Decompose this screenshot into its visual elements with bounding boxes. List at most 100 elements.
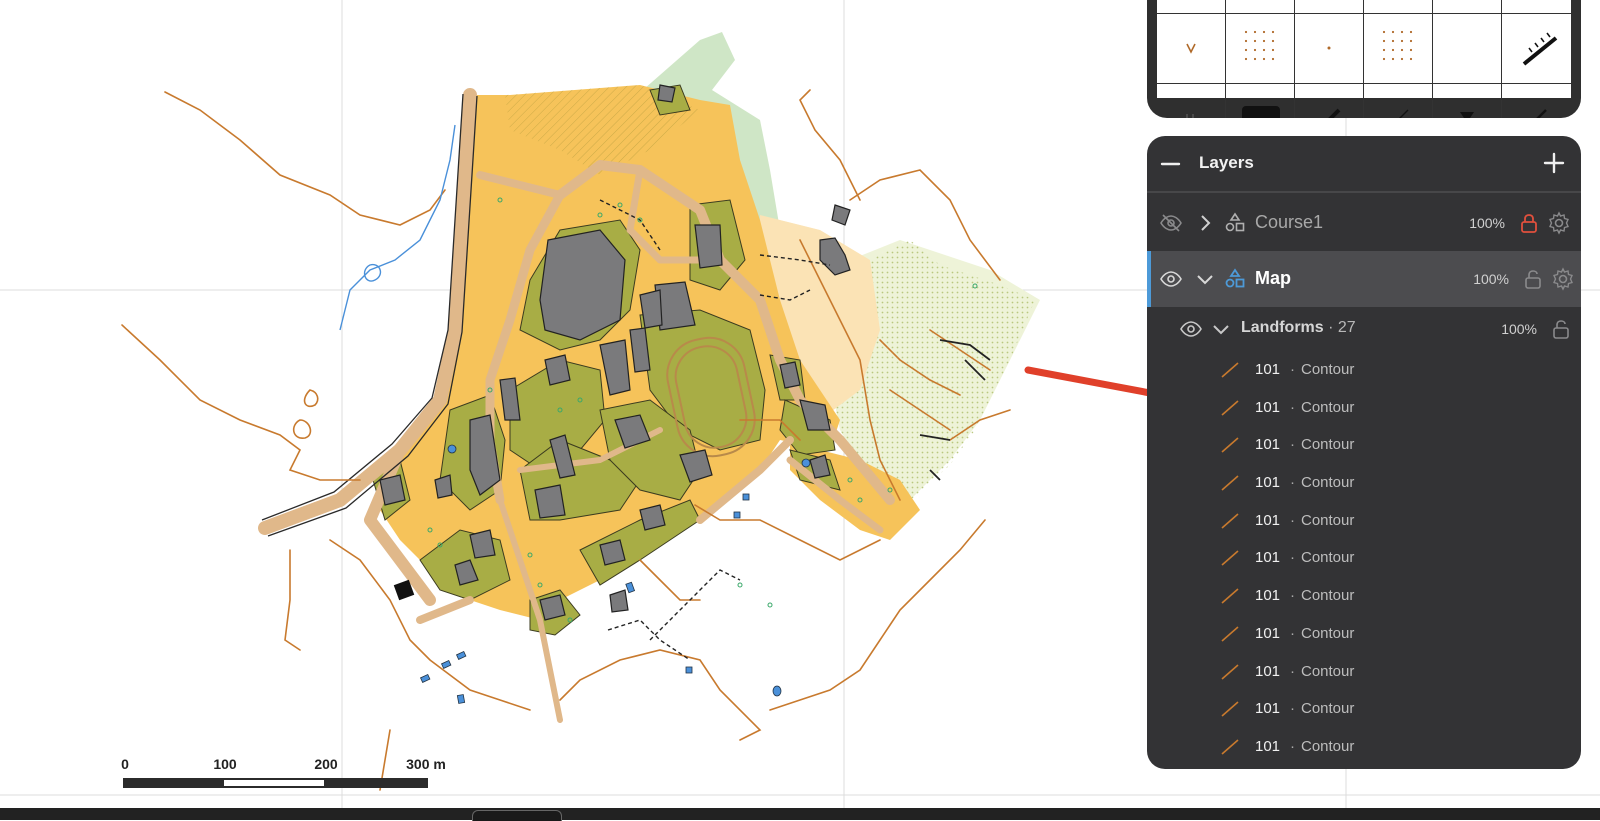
- symbol-name: Contour: [1301, 511, 1355, 529]
- contour-line-icon: [1221, 362, 1239, 378]
- symbol-cell-thin-line[interactable]: [1364, 84, 1433, 118]
- symbol-cell[interactable]: [1364, 0, 1433, 14]
- symbol-row-contour[interactable]: 101 · Contour: [1147, 351, 1581, 389]
- add-layer-button[interactable]: [1541, 150, 1567, 176]
- chevron-right-icon[interactable]: [1193, 211, 1217, 235]
- layer-name-course1: Course1: [1255, 212, 1324, 232]
- dotted-area-icon: [1244, 30, 1275, 61]
- collapse-panel-button[interactable]: [1159, 152, 1183, 176]
- gear-icon[interactable]: [1547, 211, 1571, 235]
- lock-closed-icon[interactable]: [1517, 211, 1541, 235]
- symbol-row-contour[interactable]: 101 · Contour: [1147, 426, 1581, 464]
- eye-icon[interactable]: [1179, 317, 1203, 341]
- shapes-layer-icon: [1225, 212, 1245, 232]
- black-area-icon: [1242, 106, 1280, 118]
- scale-label-200: 200: [314, 756, 338, 772]
- layer-row-course1[interactable]: Course1 100%: [1147, 195, 1581, 251]
- symbol-row-contour[interactable]: 101 · Contour: [1147, 615, 1581, 653]
- symbol-row-contour[interactable]: 101 · Contour: [1147, 728, 1581, 766]
- symbol-separator: ·: [1290, 398, 1295, 416]
- scale-label-0: 0: [121, 756, 129, 772]
- eye-icon[interactable]: [1159, 267, 1183, 291]
- symbol-code: 101: [1255, 361, 1281, 378]
- group-count-value: 27: [1337, 319, 1356, 336]
- symbol-name: Contour: [1301, 737, 1355, 755]
- contour-line-icon: [1221, 513, 1239, 529]
- contour-line-icon: [1221, 550, 1239, 567]
- thick-line-icon: [1328, 108, 1341, 118]
- symbol-code: 101: [1255, 737, 1281, 755]
- symbol-code: 101: [1255, 511, 1281, 529]
- symbol-row-contour[interactable]: 101 · Contour: [1147, 464, 1581, 502]
- line-icon: [1536, 109, 1547, 118]
- layers-panel-title: Layers: [1199, 153, 1254, 172]
- symbol-row-contour[interactable]: 101 · Contour: [1147, 653, 1581, 691]
- layer-row-map[interactable]: Map 100%: [1147, 251, 1581, 307]
- layer-group-landforms[interactable]: Landforms · 27 100%: [1147, 307, 1581, 351]
- chevron-down-icon[interactable]: [1209, 317, 1233, 341]
- symbol-row-contour[interactable]: 101 · Contour: [1147, 539, 1581, 577]
- symbol-cell-black-area[interactable]: [1226, 84, 1295, 118]
- lock-open-icon[interactable]: [1521, 267, 1545, 291]
- gully-icon: [1186, 43, 1196, 54]
- symbol-cell[interactable]: [1502, 0, 1571, 14]
- layer-name-map: Map: [1255, 268, 1291, 288]
- symbol-row-contour[interactable]: 101 · Contour: [1147, 577, 1581, 615]
- symbol-cell-fence[interactable]: [1157, 84, 1226, 118]
- symbol-cell-dotted-brown[interactable]: [1226, 14, 1295, 84]
- symbol-code: 101: [1255, 624, 1281, 642]
- symbol-cell[interactable]: [1226, 0, 1295, 14]
- symbol-cell-dotted-brown-2[interactable]: [1364, 14, 1433, 84]
- water-streams: [339, 124, 456, 331]
- symbol-code: 101: [1255, 587, 1281, 605]
- symbol-cell-gully[interactable]: [1157, 14, 1226, 84]
- symbol-palette: [1147, 0, 1581, 118]
- symbol-cell[interactable]: [1433, 0, 1502, 14]
- symbol-row-contour[interactable]: 101 · Contour: [1147, 389, 1581, 427]
- shapes-layer-icon: [1225, 268, 1245, 288]
- lock-open-icon[interactable]: [1549, 317, 1573, 341]
- symbol-name: Contour: [1301, 361, 1355, 378]
- contour-line-icon: [1221, 739, 1239, 755]
- symbol-cell[interactable]: [1295, 0, 1364, 14]
- symbol-cell-thick-line[interactable]: [1295, 84, 1364, 118]
- tower-icon: [1460, 112, 1474, 118]
- layer-opacity-course1[interactable]: 100%: [1469, 215, 1505, 231]
- layers-panel: Layers Course1 100% Map 100% Landforms ·…: [1147, 136, 1581, 769]
- symbol-name: Contour: [1301, 624, 1355, 642]
- group-separator: ·: [1328, 319, 1334, 336]
- symbol-name: Contour: [1301, 398, 1355, 416]
- ladder-line-icon: [1522, 32, 1558, 66]
- scale-bar: [123, 778, 428, 788]
- symbol-cell-tower[interactable]: [1433, 84, 1502, 118]
- contour-line-icon: [1221, 437, 1239, 453]
- symbol-separator: ·: [1290, 511, 1295, 529]
- symbol-cell-empty[interactable]: [1433, 14, 1502, 84]
- symbol-name: Contour: [1301, 587, 1355, 605]
- symbol-separator: ·: [1290, 549, 1295, 567]
- scale-bar-white-segment: [224, 780, 324, 786]
- chevron-down-icon[interactable]: [1193, 267, 1217, 291]
- symbol-cell-line[interactable]: [1502, 84, 1571, 118]
- symbol-row-contour[interactable]: 101 · Contour: [1147, 502, 1581, 540]
- layer-opacity-map[interactable]: 100%: [1473, 271, 1509, 287]
- symbol-cell-single-dot[interactable]: [1295, 14, 1364, 84]
- contour-line-icon: [1221, 701, 1239, 717]
- toolbar-handle[interactable]: [472, 810, 562, 821]
- group-name-text: Landforms: [1241, 319, 1324, 336]
- group-count: · 27: [1324, 319, 1356, 336]
- contour-line-icon: [1221, 475, 1239, 491]
- symbol-separator: ·: [1290, 700, 1295, 718]
- symbol-name: Contour: [1301, 436, 1355, 454]
- dotted-area-icon: [1382, 30, 1413, 61]
- gear-icon[interactable]: [1551, 267, 1575, 291]
- symbol-grid: [1157, 0, 1571, 118]
- symbol-separator: ·: [1290, 662, 1295, 680]
- eye-hidden-icon[interactable]: [1159, 211, 1183, 235]
- symbol-cell[interactable]: [1157, 0, 1226, 14]
- group-opacity-landforms[interactable]: 100%: [1501, 321, 1537, 337]
- symbol-list: 101 · Contour 101 · Contour 101 · Contour 101 · Con…: [1147, 351, 1581, 766]
- symbol-separator: ·: [1290, 474, 1295, 492]
- symbol-row-contour[interactable]: 101 · Contour: [1147, 690, 1581, 728]
- symbol-cell-ladder[interactable]: [1502, 14, 1571, 84]
